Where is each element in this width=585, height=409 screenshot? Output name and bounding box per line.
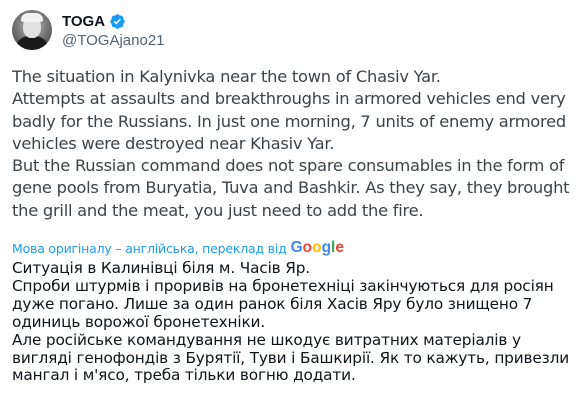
- avatar-suit: [15, 36, 49, 50]
- original-tweet-text: The situation in Kalynivka near the town…: [12, 66, 577, 222]
- original-paragraph: Attempts at assaults and breakthroughs i…: [12, 89, 566, 153]
- google-logo-letter: G: [290, 239, 303, 256]
- google-logo-letter: e: [335, 239, 344, 256]
- avatar-hair: [21, 13, 43, 22]
- translated-paragraph: Але російське командування не шкодує вит…: [12, 330, 570, 385]
- google-logo: Google: [291, 239, 344, 257]
- translated-paragraph: Ситуація в Калинівці біля м. Часів Яр.: [12, 259, 310, 277]
- name-row: TOGA: [62, 12, 126, 30]
- translated-tweet-text: Ситуація в Калинівці біля м. Часів Яр. С…: [12, 259, 582, 385]
- google-logo-letter: g: [321, 239, 332, 256]
- google-logo-letter: o: [312, 239, 322, 256]
- translation-link[interactable]: Мова оригіналу – англійська, переклад ві…: [12, 241, 287, 256]
- original-paragraph: The situation in Kalynivka near the town…: [12, 67, 441, 86]
- tweet-header: TOGA @TOGAjano21: [12, 10, 572, 50]
- display-name[interactable]: TOGA: [62, 13, 105, 30]
- verified-badge-icon: [110, 13, 125, 29]
- avatar[interactable]: [12, 10, 52, 50]
- translation-attribution: Мова оригіналу – англійська, переклад ві…: [12, 239, 344, 257]
- user-handle[interactable]: @TOGAjano21: [62, 32, 165, 49]
- google-logo-letter: o: [302, 239, 313, 256]
- tweet: TOGA @TOGAjano21 The situation in Kalyni…: [0, 0, 585, 409]
- original-paragraph: But the Russian command does not spare c…: [12, 156, 570, 220]
- translated-paragraph: Спроби штурмів і проривів на бронетехніц…: [12, 276, 554, 331]
